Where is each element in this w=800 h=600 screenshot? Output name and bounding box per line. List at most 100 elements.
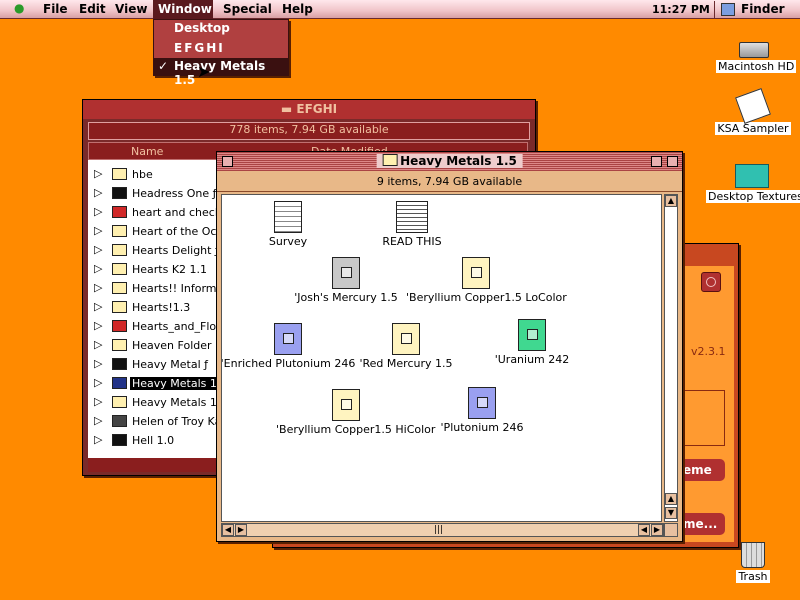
disclosure-triangle-icon[interactable]: ▷ — [94, 338, 102, 351]
icon-view-area: Survey READ THIS 'Josh's Mercury 1.5 'Beryl… — [221, 194, 662, 522]
disclosure-triangle-icon[interactable]: ▷ — [94, 300, 102, 313]
file-icon-item[interactable]: 'Beryllium Copper1.5 HiColor — [276, 389, 436, 436]
scroll-right-arrow-icon[interactable]: ▶ — [651, 524, 663, 536]
desktop-icon-ksa-sampler[interactable]: KSA Sampler — [714, 88, 792, 135]
window-title: ▬ EFGHI — [274, 102, 344, 116]
cream-document-icon — [332, 389, 360, 421]
folder-icon — [112, 168, 127, 180]
column-header-name[interactable]: Name — [131, 145, 163, 158]
blue-document-icon — [468, 387, 496, 419]
menu-bar: ● File Edit View Window Special Help 11:… — [0, 0, 800, 19]
file-icon-item[interactable]: 'Josh's Mercury 1.5 — [276, 257, 416, 304]
file-icon-item[interactable]: 'Beryllium Copper1.5 LoColor — [406, 257, 567, 304]
menu-window[interactable]: Window — [153, 0, 213, 19]
disclosure-triangle-icon[interactable]: ▷ — [94, 395, 102, 408]
disclosure-triangle-icon[interactable]: ▷ — [94, 186, 102, 199]
list-item-label: Heavy Metals 1.5 — [130, 377, 230, 390]
close-box-icon[interactable] — [222, 156, 233, 167]
disclosure-triangle-icon[interactable]: ▷ — [94, 376, 102, 389]
scroll-left-arrow-icon[interactable]: ◀ — [222, 524, 234, 536]
menu-special[interactable]: Special — [223, 2, 272, 16]
menu-item-efghi[interactable]: EFGHI — [154, 40, 288, 58]
list-item-label: Hearts K2 1.1 — [132, 263, 208, 276]
file-icon-item[interactable]: 'Red Mercury 1.5 — [336, 323, 476, 370]
finder-icon — [721, 3, 735, 16]
disclosure-triangle-icon[interactable]: ▷ — [94, 205, 102, 218]
folder-icon — [112, 434, 127, 446]
apple-menu-icon[interactable]: ● — [14, 1, 24, 15]
zoom-box-icon[interactable] — [651, 156, 662, 167]
window-info-bar: 9 items, 7.94 GB available — [217, 174, 682, 192]
file-icon-label: 'Uranium 242 — [494, 353, 570, 366]
list-item-label: Heavy Metals 1.5 — [132, 396, 228, 409]
scroll-left-arrow-icon[interactable]: ◀ — [638, 524, 650, 536]
trash-icon — [741, 542, 765, 568]
desktop-icon-label: Trash — [736, 570, 770, 583]
theme-button[interactable]: eme — [681, 459, 725, 481]
list-item-label: Hearts Delight ƒ — [132, 244, 219, 257]
folder-icon — [112, 339, 127, 351]
desktop-icon-macintosh-hd[interactable]: Macintosh HD — [716, 42, 797, 73]
horizontal-scrollbar[interactable]: ◀ ▶ ||| ◀ ▶ — [221, 523, 664, 537]
window-menu-dropdown: Desktop EFGHI ✓ Heavy Metals 1.5 — [153, 19, 289, 87]
file-icon-item[interactable]: Survey — [222, 201, 358, 248]
list-item-label: Heavy Metal ƒ — [132, 358, 209, 371]
scroll-up-arrow-icon[interactable]: ▲ — [665, 195, 677, 207]
disclosure-triangle-icon[interactable]: ▷ — [94, 224, 102, 237]
window-info-bar: 778 items, 7.94 GB available — [88, 122, 530, 140]
file-icon-label: 'Beryllium Copper1.5 HiColor — [276, 423, 436, 436]
menu-view[interactable]: View — [115, 2, 147, 16]
scroll-thumb-grip[interactable]: ||| — [434, 525, 443, 535]
cream-document-icon — [462, 257, 490, 289]
desktop-icon-trash[interactable]: Trash — [728, 542, 778, 583]
vertical-scrollbar[interactable]: ▲ ▲ ▼ — [664, 194, 678, 522]
application-switcher[interactable]: Finder — [714, 1, 800, 18]
disclosure-triangle-icon[interactable]: ▷ — [94, 281, 102, 294]
cream-document-icon — [392, 323, 420, 355]
list-item-label: Helen of Troy Kal. — [132, 415, 228, 428]
list-item-label: Heaven Folder — [132, 339, 212, 352]
folder-icon — [112, 377, 127, 389]
scroll-right-arrow-icon[interactable]: ▶ — [235, 524, 247, 536]
folder-icon — [112, 225, 127, 237]
file-icon-label: READ THIS — [382, 235, 442, 248]
window-titlebar[interactable]: ▬ EFGHI — [83, 100, 535, 119]
theme-options-button[interactable]: me... — [681, 513, 725, 535]
file-icon-item[interactable]: 'Uranium 242 — [462, 319, 602, 366]
menu-edit[interactable]: Edit — [79, 2, 106, 16]
document-icon — [112, 320, 127, 332]
menu-file[interactable]: File — [43, 2, 68, 16]
disclosure-triangle-icon[interactable]: ▷ — [94, 167, 102, 180]
menu-item-desktop[interactable]: Desktop — [154, 20, 288, 38]
disclosure-triangle-icon[interactable]: ▷ — [94, 414, 102, 427]
picture-icon — [112, 415, 127, 427]
disclosure-triangle-icon[interactable]: ▷ — [94, 262, 102, 275]
file-icon-item[interactable]: 'Plutonium 246 — [412, 387, 552, 434]
disclosure-triangle-icon[interactable]: ▷ — [94, 357, 102, 370]
window-heavy-metals: Heavy Metals 1.5 9 items, 7.94 GB availa… — [216, 151, 683, 542]
scroll-up-arrow-icon[interactable]: ▲ — [665, 493, 677, 505]
desktop-icon-label: Macintosh HD — [716, 60, 797, 73]
text-document-icon — [274, 201, 302, 233]
desktop-icon-desktop-textures[interactable]: Desktop Textures — [706, 164, 800, 203]
disclosure-triangle-icon[interactable]: ▷ — [94, 319, 102, 332]
file-icon-item[interactable]: READ THIS — [342, 201, 482, 248]
window-title: Heavy Metals 1.5 — [376, 154, 523, 168]
folder-icon — [112, 187, 127, 199]
folder-icon — [112, 396, 127, 408]
scroll-down-arrow-icon[interactable]: ▼ — [665, 507, 677, 519]
menu-item-label: Heavy Metals 1.5 — [174, 59, 266, 87]
disclosure-triangle-icon[interactable]: ▷ — [94, 243, 102, 256]
window-titlebar[interactable]: Heavy Metals 1.5 — [217, 152, 682, 171]
file-icon-label: 'Red Mercury 1.5 — [359, 357, 453, 370]
resize-grip-icon[interactable] — [664, 523, 678, 537]
application-name: Finder — [741, 2, 785, 16]
help-button[interactable] — [701, 272, 721, 292]
menu-clock[interactable]: 11:27 PM — [652, 3, 710, 16]
menu-item-heavy-metals[interactable]: ✓ Heavy Metals 1.5 — [154, 58, 288, 87]
collapse-box-icon[interactable] — [667, 156, 678, 167]
disclosure-triangle-icon[interactable]: ▷ — [94, 433, 102, 446]
file-icon-label: 'Plutonium 246 — [440, 421, 524, 434]
folder-icon — [112, 301, 127, 313]
menu-help[interactable]: Help — [282, 2, 313, 16]
